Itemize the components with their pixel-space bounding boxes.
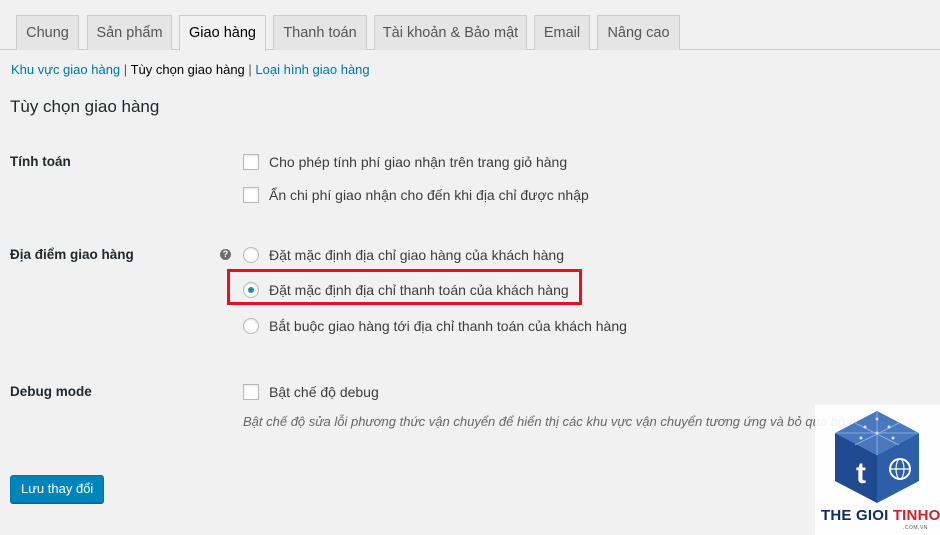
logo-brand-part2: TINHOC	[892, 507, 940, 524]
watermark-logo: t THE GIOI TINHOC .COM.VN	[815, 405, 940, 535]
shipping-destination-label: Địa điểm giao hàng	[10, 247, 134, 262]
enable-shipping-calc-checkbox[interactable]	[243, 154, 259, 170]
debug-mode-text: Bật chế độ debug	[269, 384, 379, 400]
logo-domain: .COM.VN	[903, 525, 928, 531]
highlight-annotation-box	[227, 269, 582, 305]
tab-general[interactable]: Chung	[16, 15, 79, 50]
save-changes-button[interactable]: Lưu thay đổi	[10, 475, 105, 503]
hide-shipping-cost-option[interactable]: Ẩn chi phí giao nhận cho đến khi địa chỉ…	[243, 186, 589, 204]
destination-option-billing-only-text: Bắt buộc giao hàng tới địa chỉ thanh toá…	[269, 318, 627, 334]
destination-radio-shipping[interactable]	[243, 247, 259, 263]
subnav-shipping-zones[interactable]: Khu vực giao hàng	[11, 62, 120, 77]
logo-brand-part1: THE GIOI	[821, 507, 893, 524]
enable-shipping-calc-text: Cho phép tính phí giao nhận trên trang g…	[269, 154, 568, 170]
section-title: Tùy chọn giao hàng	[10, 97, 160, 116]
hide-shipping-cost-text: Ẩn chi phí giao nhận cho đến khi địa chỉ…	[269, 187, 589, 203]
debug-mode-checkbox[interactable]	[243, 384, 259, 400]
subnav-separator: |	[123, 62, 128, 77]
cube-logo-icon: t	[835, 411, 919, 503]
destination-option-shipping-text: Đặt mặc định địa chỉ giao hàng của khách…	[269, 247, 564, 263]
tab-payments[interactable]: Thanh toán	[273, 15, 367, 50]
subnav-shipping-options: Tùy chọn giao hàng	[130, 62, 245, 77]
debug-mode-option[interactable]: Bật chế độ debug	[243, 383, 379, 401]
shipping-subnav: Khu vực giao hàng | Tùy chọn giao hàng |…	[11, 62, 370, 77]
help-icon[interactable]: ?	[220, 249, 231, 260]
enable-shipping-calc-option[interactable]: Cho phép tính phí giao nhận trên trang g…	[243, 153, 567, 171]
destination-radio-billing-only[interactable]	[243, 318, 259, 334]
debug-mode-label: Debug mode	[10, 384, 92, 399]
destination-option-billing-only[interactable]: Bắt buộc giao hàng tới địa chỉ thanh toá…	[243, 317, 627, 335]
subnav-separator: |	[248, 62, 252, 77]
logo-letter: t	[856, 457, 866, 490]
subnav-shipping-classes[interactable]: Loại hình giao hàng	[255, 62, 369, 77]
settings-tab-bar: Chung Sản phẩm Giao hàng Thanh toán Tài …	[0, 0, 940, 51]
tab-advanced[interactable]: Nâng cao	[597, 15, 680, 50]
tab-email[interactable]: Email	[534, 15, 590, 50]
calculations-label: Tính toán	[10, 154, 71, 169]
tab-shipping[interactable]: Giao hàng	[179, 15, 266, 51]
hide-shipping-cost-checkbox[interactable]	[243, 187, 259, 203]
destination-option-shipping[interactable]: Đặt mặc định địa chỉ giao hàng của khách…	[243, 246, 564, 264]
tab-products[interactable]: Sản phẩm	[87, 15, 172, 50]
tab-accounts-privacy[interactable]: Tài khoản & Bảo mật	[374, 15, 527, 50]
logo-brand-text: THE GIOI TINHOC	[821, 507, 940, 524]
